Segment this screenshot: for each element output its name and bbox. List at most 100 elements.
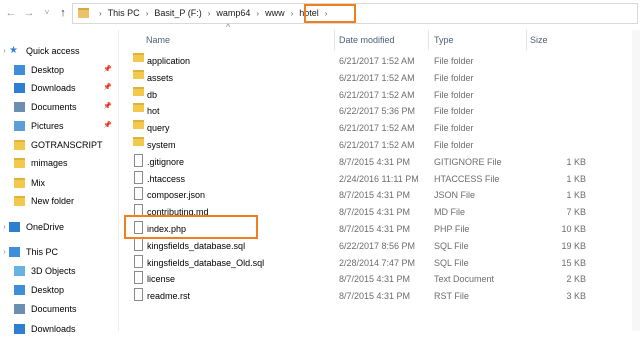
file-type: File folder — [434, 89, 474, 100]
file-row[interactable]: composer.json 8/7/2015 4:31 PM JSON File 1 … — [120, 187, 620, 203]
file-row[interactable]: hot 6/22/2017 5:36 PM File folder — [120, 103, 620, 119]
file-name: kingsfields_database.sql — [147, 240, 246, 251]
file-name: kingsfields_database_Old.sql — [147, 257, 265, 268]
file-name: .gitignore — [147, 156, 185, 167]
chevron-right-icon[interactable]: › — [146, 9, 149, 18]
file-name: readme.rst — [147, 291, 191, 302]
file-row[interactable]: .htaccess 2/24/2016 11:11 PM HTACCESS File… — [120, 170, 620, 187]
folder-icon — [133, 69, 144, 79]
back-arrow-icon[interactable]: ← — [4, 6, 18, 20]
file-size: 10 KB — [561, 224, 586, 234]
sort-caret-icon: ^ — [226, 22, 231, 32]
sidebar-item-label: GOTRANSCRIPT — [31, 140, 103, 150]
column-header-type[interactable]: Type — [434, 30, 454, 50]
scrollbar[interactable] — [632, 30, 640, 331]
chevron-right-icon[interactable]: › — [291, 9, 294, 18]
file-row[interactable]: assets 6/21/2017 1:52 AM File folder — [120, 69, 620, 86]
folder-icon — [133, 103, 144, 113]
up-arrow-icon[interactable]: ↑ — [56, 6, 70, 20]
expand-chevron-icon[interactable]: › — [0, 218, 9, 236]
folder-icon — [133, 137, 144, 146]
sidebar-item[interactable]: Pictures — [14, 117, 64, 135]
file-icon — [134, 271, 143, 285]
recent-locations-icon[interactable]: ˅ — [40, 6, 54, 20]
download-icon — [14, 83, 25, 93]
column-divider[interactable] — [428, 30, 429, 50]
sidebar-item-label: mimages — [31, 158, 68, 168]
sidebar-item-label: OneDrive — [26, 222, 65, 232]
file-type: SQL File — [434, 257, 469, 268]
file-name: composer.json — [147, 190, 206, 201]
file-size: 19 KB — [561, 240, 586, 251]
sidebar-item[interactable]: 3D Objects — [14, 262, 76, 280]
file-row[interactable]: query 6/21/2017 1:52 AM File folder — [120, 120, 620, 136]
expand-chevron-icon[interactable]: › — [0, 42, 9, 60]
file-type: File folder — [434, 123, 474, 134]
pictures-icon — [14, 121, 25, 131]
file-name: .htaccess — [147, 173, 186, 184]
file-row[interactable]: system 6/21/2017 1:52 AM File folder — [120, 137, 620, 153]
sidebar-item[interactable]: › This PC — [0, 243, 58, 261]
sidebar-item-label: This PC — [26, 247, 59, 257]
sidebar-item[interactable]: mimages — [14, 154, 68, 172]
file-row[interactable]: license 8/7/2015 4:31 PM Text Document 2 KB — [120, 271, 620, 287]
folder-icon — [14, 196, 25, 206]
file-size: 2 KB — [566, 274, 586, 285]
sidebar-item[interactable]: Mix — [14, 174, 45, 192]
file-date: 8/7/2015 4:31 PM — [339, 207, 411, 218]
sidebar-item[interactable]: › OneDrive — [0, 218, 64, 236]
file-name: application — [147, 56, 191, 66]
forward-arrow-icon[interactable]: → — [22, 6, 36, 20]
chevron-right-icon[interactable]: › — [99, 9, 102, 18]
file-type: HTACCESS File — [434, 173, 500, 184]
sidebar-item[interactable]: Documents — [14, 98, 77, 116]
column-header-name[interactable]: Name — [146, 30, 170, 50]
desktop-icon — [14, 285, 25, 295]
breadcrumb-item[interactable]: www — [265, 8, 285, 18]
file-row[interactable]: kingsfields_database_Old.sql 2/28/2014 7:… — [120, 254, 620, 271]
file-date: 6/22/2017 8:56 PM — [339, 240, 416, 251]
chevron-right-icon[interactable]: › — [208, 9, 211, 18]
sidebar-item[interactable]: New folder — [14, 192, 74, 210]
breadcrumb-item[interactable]: wamp64 — [216, 8, 250, 18]
file-size: 1 KB — [566, 190, 586, 201]
file-size: 15 KB — [561, 257, 586, 268]
file-row[interactable]: kingsfields_database.sql 6/22/2017 8:56 P… — [120, 237, 620, 254]
chevron-right-icon[interactable]: › — [256, 9, 259, 18]
file-date: 8/7/2015 4:31 PM — [339, 156, 411, 167]
sidebar-item[interactable]: Documents — [14, 300, 77, 318]
column-header-date[interactable]: Date modified — [339, 30, 395, 50]
breadcrumb-item[interactable]: Basit_P (F:) — [154, 8, 201, 18]
sidebar-item-label: Pictures — [31, 121, 64, 131]
sidebar-item[interactable]: Downloads — [14, 320, 76, 338]
file-icon — [134, 170, 143, 184]
file-type: File folder — [434, 72, 474, 83]
sidebar-item[interactable]: › ★ Quick access — [0, 42, 80, 60]
file-type: File folder — [434, 56, 474, 66]
breadcrumb-item[interactable]: This PC — [108, 8, 140, 18]
column-divider[interactable] — [334, 30, 335, 50]
file-icon — [134, 288, 143, 302]
file-icon — [134, 187, 143, 201]
pin-icon: 📌 — [103, 103, 112, 110]
column-divider[interactable] — [526, 30, 527, 50]
file-row[interactable]: readme.rst 8/7/2015 4:31 PM RST File 3 KB — [120, 288, 620, 304]
sidebar-item[interactable]: Desktop — [14, 61, 64, 79]
sidebar-item[interactable]: Downloads — [14, 79, 76, 97]
file-date: 6/21/2017 1:52 AM — [339, 72, 415, 83]
expand-chevron-icon[interactable]: › — [0, 243, 9, 261]
sidebar-item-label: Quick access — [26, 46, 80, 56]
sidebar-item-label: Downloads — [31, 83, 76, 93]
file-date: 8/7/2015 4:31 PM — [339, 274, 411, 285]
sidebar-item[interactable]: Desktop — [14, 281, 64, 299]
column-header-size[interactable]: Size — [530, 30, 548, 50]
file-name: system — [147, 140, 176, 150]
file-row[interactable]: application 6/21/2017 1:52 AM File folder — [120, 53, 620, 69]
file-name: db — [147, 89, 158, 100]
file-size: 3 KB — [566, 291, 586, 302]
pin-icon: 📌 — [103, 84, 112, 91]
file-row[interactable]: .gitignore 8/7/2015 4:31 PM GITIGNORE File… — [120, 153, 620, 170]
sidebar-item[interactable]: GOTRANSCRIPT — [14, 136, 103, 154]
file-size: 7 KB — [566, 207, 586, 218]
file-row[interactable]: db 6/21/2017 1:52 AM File folder — [120, 86, 620, 103]
